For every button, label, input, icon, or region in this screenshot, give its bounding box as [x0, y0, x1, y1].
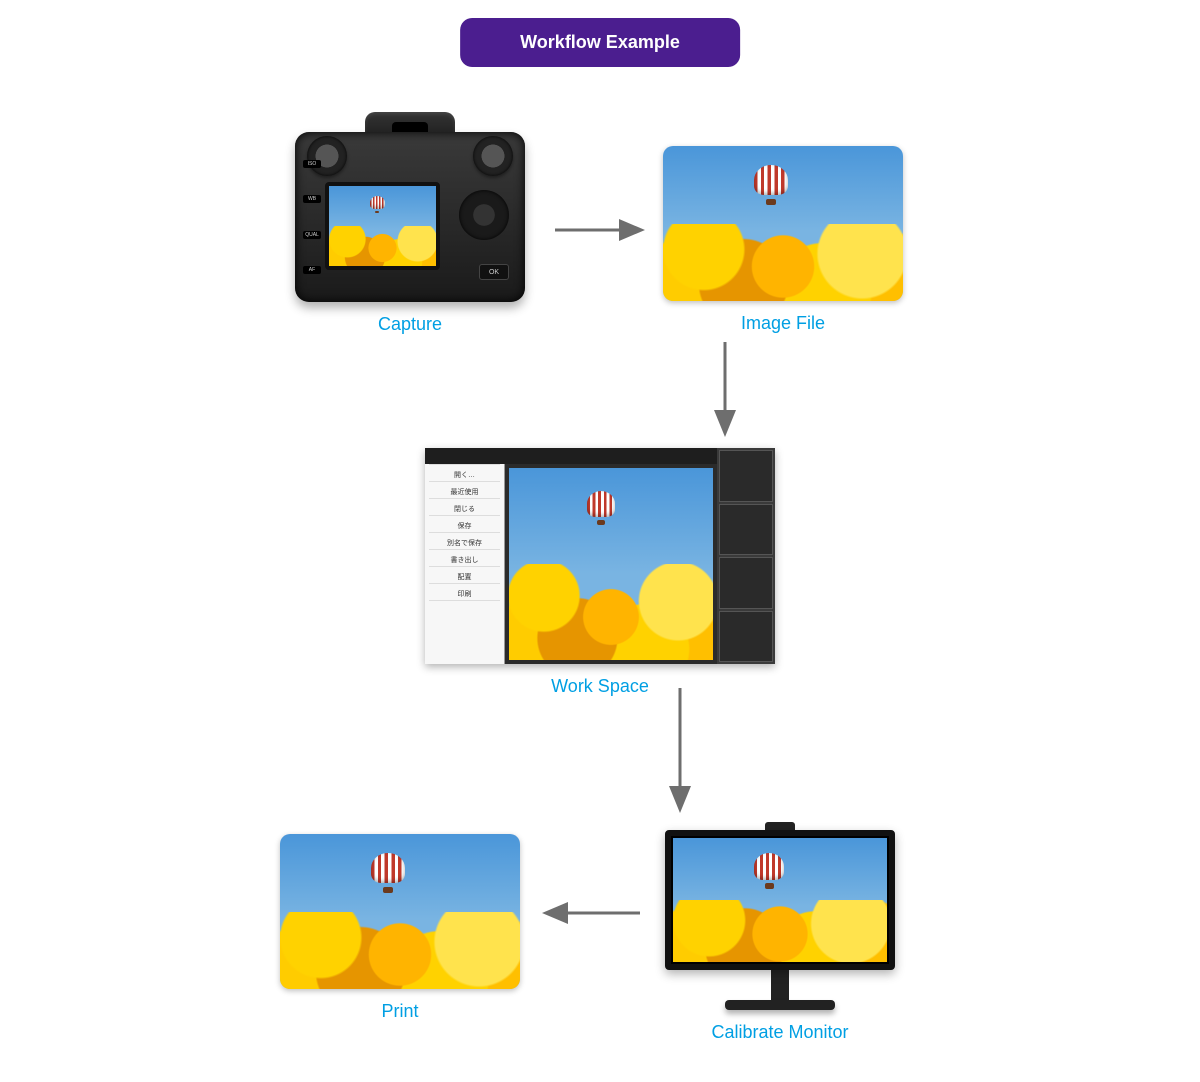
monitor-illustration: [665, 830, 895, 1010]
balloon-icon: [371, 853, 405, 897]
monitor-calibrator: [765, 822, 795, 830]
caption-monitor: Calibrate Monitor: [650, 1022, 910, 1043]
image-file-thumbnail: [663, 146, 903, 301]
camera-side-buttons: ISOWBQUALAF: [303, 146, 321, 288]
arrow-left-icon: [540, 898, 640, 928]
flowers-icon: [280, 912, 520, 990]
camera-mode-dial-right: [473, 136, 513, 176]
step-calibrate-monitor: Calibrate Monitor: [650, 830, 910, 1043]
monitor-bezel: [665, 830, 895, 970]
workspace-dropdown-menu: 新規…開く…最近使用閉じる保存 別名で保存書き出し配置印刷: [425, 448, 505, 664]
monitor-screen: [673, 838, 887, 962]
step-capture: ISOWBQUALAF OK Capture: [280, 112, 540, 335]
flowers-icon: [329, 226, 436, 266]
print-output: [280, 834, 520, 989]
step-image-file: Image File: [658, 146, 908, 334]
caption-print: Print: [270, 1001, 530, 1022]
header-title-pill: Workflow Example: [460, 18, 740, 67]
caption-workspace: Work Space: [420, 676, 780, 697]
header-title-text: Workflow Example: [520, 32, 680, 52]
monitor-base: [725, 1000, 835, 1010]
workspace-panels: [717, 448, 775, 664]
camera-illustration: ISOWBQUALAF OK: [295, 112, 525, 302]
step-print: Print: [270, 834, 530, 1022]
step-workspace: 新規…開く…最近使用閉じる保存 別名で保存書き出し配置印刷 Work Space: [420, 448, 780, 697]
flowers-icon: [663, 224, 903, 302]
workspace-canvas: [509, 468, 713, 660]
camera-multiselector: [459, 190, 509, 240]
balloon-icon: [754, 165, 788, 209]
balloon-icon: [370, 196, 385, 215]
camera-lcd: [325, 182, 440, 270]
monitor-stand: [771, 970, 789, 1000]
balloon-icon: [587, 491, 616, 528]
caption-image-file: Image File: [658, 313, 908, 334]
balloon-icon: [754, 853, 784, 892]
camera-ok-button: OK: [479, 264, 509, 280]
caption-capture: Capture: [280, 314, 540, 335]
workspace-window: 新規…開く…最近使用閉じる保存 別名で保存書き出し配置印刷: [425, 448, 775, 664]
flowers-icon: [673, 900, 887, 962]
arrow-right-icon: [555, 215, 645, 245]
arrow-down-icon: [665, 688, 695, 813]
flowers-icon: [509, 564, 713, 660]
arrow-down-icon: [710, 342, 740, 437]
